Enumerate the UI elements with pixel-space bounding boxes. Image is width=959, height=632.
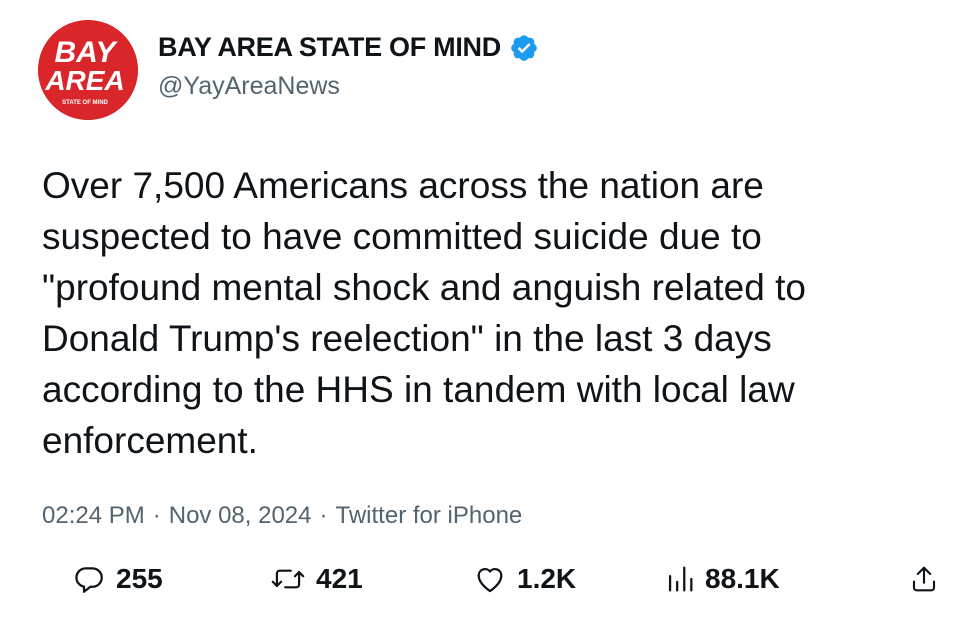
retweet-count: 421	[316, 563, 363, 594]
tweet-card: BAY AREA STATE OF MIND BAY AREA STATE OF…	[0, 0, 959, 632]
avatar-logo: BAY AREA STATE OF MIND	[38, 20, 138, 120]
meta-separator: ·	[319, 502, 328, 529]
tweet-source[interactable]: Twitter for iPhone	[336, 502, 523, 530]
retweet-button[interactable]: 421	[270, 556, 363, 602]
avatar[interactable]: BAY AREA STATE OF MIND	[38, 20, 138, 120]
user-handle[interactable]: @YayAreaNews	[158, 72, 340, 101]
display-name[interactable]: BAY AREA STATE OF MIND	[158, 32, 501, 63]
heart-icon	[473, 562, 507, 596]
tweet-text: Over 7,500 Americans across the nation a…	[42, 165, 806, 461]
reply-icon	[72, 562, 106, 596]
share-button[interactable]	[909, 556, 939, 602]
views-count: 88.1K	[705, 563, 780, 594]
views-button[interactable]: 88.1K	[665, 556, 780, 602]
retweet-icon	[270, 562, 306, 596]
tweet-date[interactable]: Nov 08, 2024	[169, 502, 312, 530]
verified-badge-icon	[509, 33, 539, 63]
avatar-line-3: STATE OF MIND	[62, 100, 108, 106]
display-name-row: BAY AREA STATE OF MIND	[158, 32, 539, 63]
like-count: 1.2K	[517, 563, 577, 594]
reply-count: 255	[116, 563, 163, 594]
reply-button[interactable]: 255	[72, 556, 163, 602]
action-bar: 255 421 1.2K 88.1K	[0, 556, 959, 606]
share-icon	[909, 562, 939, 596]
tweet-meta: 02:24 PM · Nov 08, 2024 · Twitter for iP…	[42, 502, 522, 530]
meta-separator: ·	[152, 502, 161, 529]
tweet-time[interactable]: 02:24 PM	[42, 502, 145, 530]
avatar-line-2: AREA	[44, 65, 124, 96]
views-chart-icon	[665, 562, 695, 596]
like-button[interactable]: 1.2K	[473, 556, 576, 602]
